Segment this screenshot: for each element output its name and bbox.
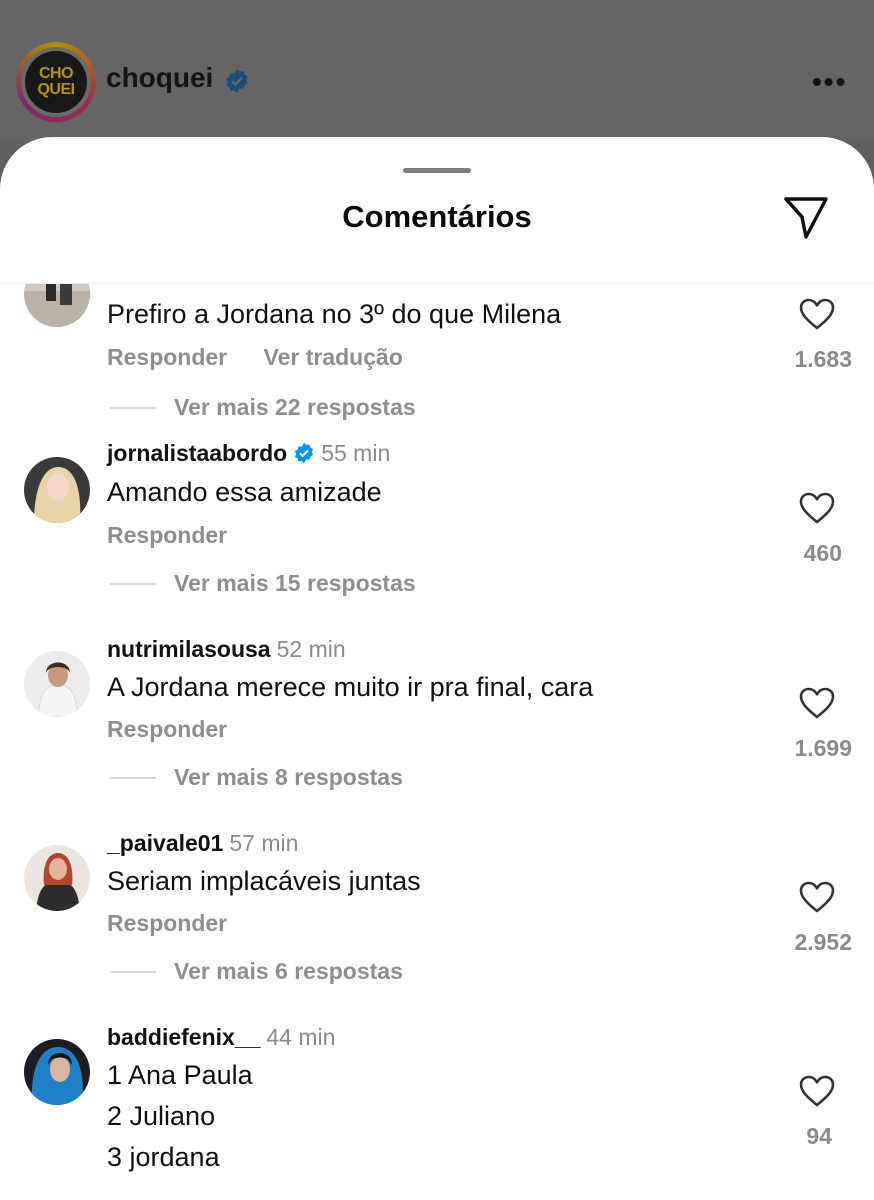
commenter-username[interactable]: _paivale01 xyxy=(107,830,223,856)
view-replies-label: Ver mais 22 respostas xyxy=(174,394,416,420)
sheet-title: Comentários xyxy=(342,199,532,234)
commenter-avatar[interactable] xyxy=(24,651,90,717)
comment-time: 44 min xyxy=(266,1024,336,1050)
reply-button[interactable]: Responder xyxy=(107,522,227,548)
commenter-avatar[interactable] xyxy=(24,457,90,523)
view-replies-label: Ver mais 8 respostas xyxy=(174,764,403,790)
heart-icon xyxy=(799,298,835,330)
post-author-avatar[interactable]: CHO QUEI xyxy=(16,42,96,122)
like-count: 1.699 xyxy=(794,735,852,761)
reply-button[interactable]: Responder xyxy=(107,910,227,936)
like-count: 2.952 xyxy=(794,929,852,955)
commenter-avatar[interactable] xyxy=(24,284,90,327)
heart-icon xyxy=(799,687,835,719)
view-replies-label: Ver mais 15 respostas xyxy=(174,570,416,596)
like-button[interactable] xyxy=(796,683,838,723)
comment-text: Prefiro a Jordana no 3º do que Milena xyxy=(107,299,562,329)
comment-text-line: 2 Juliano xyxy=(107,1101,216,1131)
avatar-logo-text-2: QUEI xyxy=(37,81,75,98)
verified-badge-icon xyxy=(295,442,314,464)
sheet-drag-handle[interactable] xyxy=(403,168,471,173)
heart-icon xyxy=(799,881,835,913)
view-replies-label: Ver mais 6 respostas xyxy=(174,958,403,984)
commenter-username[interactable]: nutrimilasousa xyxy=(107,636,271,662)
more-options-button[interactable]: ••• xyxy=(812,66,847,98)
like-button[interactable] xyxy=(796,1071,838,1111)
comment-text: Seriam implacáveis juntas xyxy=(107,866,421,896)
view-replies-button[interactable]: Ver mais 8 respostas xyxy=(110,764,403,791)
replies-line xyxy=(110,582,156,585)
comment-time: 55 min xyxy=(321,440,391,466)
comment-text: A Jordana merece muito ir pra final, car… xyxy=(107,672,594,702)
heart-icon xyxy=(799,492,835,524)
reply-button[interactable]: Responder xyxy=(107,716,227,742)
commenter-username[interactable]: jornalistaabordo xyxy=(107,440,287,466)
commenter-avatar[interactable] xyxy=(24,845,90,911)
like-count: 460 xyxy=(803,540,842,566)
like-count: 1.683 xyxy=(794,346,852,372)
like-count: 94 xyxy=(806,1123,832,1149)
avatar-logo-text-1: CHO xyxy=(38,65,74,82)
comment-text-line: 1 Ana Paula xyxy=(107,1060,253,1090)
replies-line xyxy=(110,406,156,409)
like-button[interactable] xyxy=(796,488,838,528)
view-replies-button[interactable]: Ver mais 15 respostas xyxy=(110,570,416,597)
translate-button[interactable]: Ver tradução xyxy=(264,344,403,370)
replies-line xyxy=(110,970,156,973)
reply-button[interactable]: Responder xyxy=(107,344,227,370)
comments-sheet: Comentários Prefiro a Jordana no 3º do q… xyxy=(0,137,874,1200)
replies-line xyxy=(110,776,156,779)
comment-text: Amando essa amizade xyxy=(107,477,382,507)
verified-badge-icon xyxy=(226,69,248,93)
send-icon xyxy=(784,197,828,239)
comment-text-line: 3 jordana xyxy=(107,1142,220,1172)
commenter-username[interactable]: baddiefenix__ xyxy=(107,1024,260,1050)
like-button[interactable] xyxy=(796,877,838,917)
view-replies-button[interactable]: Ver mais 6 respostas xyxy=(110,958,403,985)
view-replies-button[interactable]: Ver mais 22 respostas xyxy=(110,394,416,421)
comment-time: 57 min xyxy=(229,830,299,856)
heart-icon xyxy=(799,1075,835,1107)
comments-list: Prefiro a Jordana no 3º do que Milena Re… xyxy=(0,284,874,1200)
post-author-username[interactable]: choquei xyxy=(106,62,213,94)
share-button[interactable] xyxy=(778,193,834,243)
bottom-edge xyxy=(0,1187,874,1200)
comment-time: 52 min xyxy=(276,636,346,662)
like-button[interactable] xyxy=(796,294,838,334)
commenter-avatar[interactable] xyxy=(24,1039,90,1105)
